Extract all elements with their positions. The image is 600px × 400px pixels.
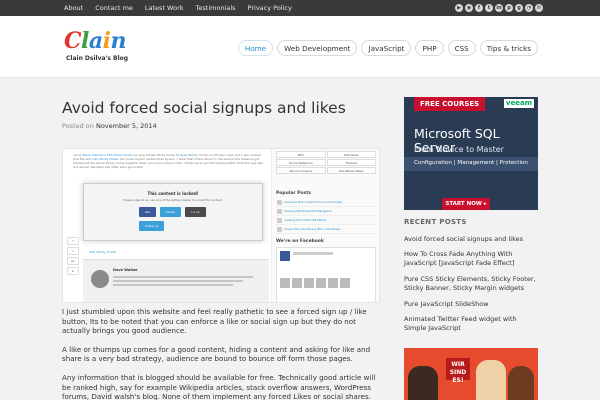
recent-posts-heading: RECENT POSTS [404, 218, 467, 226]
post-date[interactable]: November 5, 2014 [96, 122, 157, 130]
nav-home[interactable]: Home [237, 40, 274, 56]
post-content: Avoid forced social signups and likes Po… [62, 78, 382, 400]
nav-php[interactable]: PHP [415, 40, 444, 56]
recent-post-link[interactable]: Avoid forced social signups and likes [404, 235, 538, 244]
recent-posts-list: Avoid forced social signups and likes Ho… [404, 235, 538, 339]
nav-css[interactable]: CSS [447, 40, 476, 56]
recent-post-link[interactable]: Pure CSS Sticky Elements, Sticky Footer,… [404, 275, 538, 293]
screenshot-url-label: CSS_Sticky_Footer [89, 250, 117, 254]
locker-plus-button: +1 us [184, 207, 206, 217]
site-header: Clain Clain Dsilva's Blog Home Web Devel… [0, 16, 600, 78]
pinterest-icon[interactable]: p [505, 4, 513, 12]
top-link-contact[interactable]: Contact me [89, 0, 139, 16]
social-icons: ▶ ◉ f t in p g ◔ ✉ [455, 4, 543, 12]
linkedin-icon[interactable]: in [495, 4, 503, 12]
ad-brand-logo: veeam [503, 99, 534, 108]
screenshot-popular-title: Popular Posts [276, 191, 312, 196]
ad-subtitle: From Novice to Master [414, 145, 504, 154]
post-meta: Posted on November 5, 2014 [62, 122, 382, 130]
screenshot-locker-modal: This content is locked! Please support u… [83, 183, 263, 241]
facebook-icon[interactable]: f [475, 4, 483, 12]
recent-post-link[interactable]: Pure JavaScript SlideShow [404, 300, 538, 309]
logo-mark: Clain [64, 28, 126, 54]
ad-tags: Configuration | Management | Protection [414, 160, 528, 166]
nav-javascript[interactable]: JavaScript [361, 40, 412, 56]
locker-title: This content is locked! [147, 191, 199, 196]
post-paragraph: A like or thumps up comes for a good con… [62, 344, 371, 364]
screenshot-tags: SEO Site News Social Networks Themes Woo… [276, 151, 376, 174]
screenshot-share-bar: f t g+ in [67, 237, 79, 277]
locker-tweet-button: tweet [160, 207, 181, 217]
youtube-icon[interactable]: ▶ [455, 4, 463, 12]
ad-start-button[interactable]: START NOW ▸ [442, 198, 490, 210]
post-body: I just stumbled upon this website and fe… [62, 307, 382, 400]
locker-subtitle: Please support us, use one of the button… [123, 198, 223, 202]
post-meta-prefix: Posted on [62, 122, 94, 130]
top-link-about[interactable]: About [58, 0, 89, 16]
recent-post-link[interactable]: Animated Twitter Feed widget with Simple… [404, 315, 538, 333]
post-screenshot-image: using Steve Hatcher's CSS Sticky Footer … [62, 148, 380, 303]
post-paragraph: I just stumbled upon this website and fe… [62, 307, 367, 336]
screenshot-facebook-title: We're on Facebook [276, 239, 324, 244]
top-nav: About Contact me Latest Work Testimonial… [58, 0, 298, 16]
google-plus-icon[interactable]: g [515, 4, 523, 12]
nav-tips-tricks[interactable]: Tips & tricks [479, 40, 538, 56]
recent-post-link[interactable]: How To Cross Fade Anything With JavaScri… [404, 250, 538, 268]
ad-badge: FREE COURSES [414, 97, 486, 111]
top-bar: About Contact me Latest Work Testimonial… [0, 0, 600, 16]
top-link-privacy[interactable]: Privacy Policy [242, 0, 298, 16]
screenshot-comment: Dave Walker [83, 259, 269, 302]
screenshot-facebook-box [276, 247, 376, 302]
locker-follow-button: follow us [139, 221, 165, 231]
nav-web-development[interactable]: Web Development [277, 40, 358, 56]
locker-like-button: like [139, 207, 157, 217]
main-nav: Home Web Development JavaScript PHP CSS … [237, 40, 538, 56]
site-logo[interactable]: Clain Clain Dsilva's Blog [64, 30, 128, 62]
twitter-icon[interactable]: t [485, 4, 493, 12]
github-icon[interactable]: ◉ [465, 4, 473, 12]
email-icon[interactable]: ✉ [535, 4, 543, 12]
post-paragraph: Any information that is blogged should b… [62, 372, 376, 400]
logo-tagline: Clain Dsilva's Blog [66, 55, 129, 62]
top-link-latest-work[interactable]: Latest Work [139, 0, 190, 16]
post-title[interactable]: Avoid forced social signups and likes [62, 98, 382, 118]
screenshot-intro-text: using Steve Hatcher's CSS Sticky Footer … [73, 153, 263, 169]
screenshot-sidebar: SEO Site News Social Networks Themes Woo… [271, 149, 379, 302]
rss-icon[interactable]: ◔ [525, 4, 533, 12]
sidebar-ad-banner-2[interactable]: WIR SIND ES! [404, 348, 538, 400]
sidebar: FREE COURSES veeam Microsoft SQL Server … [404, 78, 538, 400]
screenshot-popular-list: Awesome Web Contact Form and Examples Sh… [276, 199, 376, 235]
ad2-text: WIR SIND ES! [446, 358, 470, 384]
sidebar-ad-banner[interactable]: FREE COURSES veeam Microsoft SQL Server … [404, 97, 538, 210]
top-link-testimonials[interactable]: Testimonials [190, 0, 242, 16]
